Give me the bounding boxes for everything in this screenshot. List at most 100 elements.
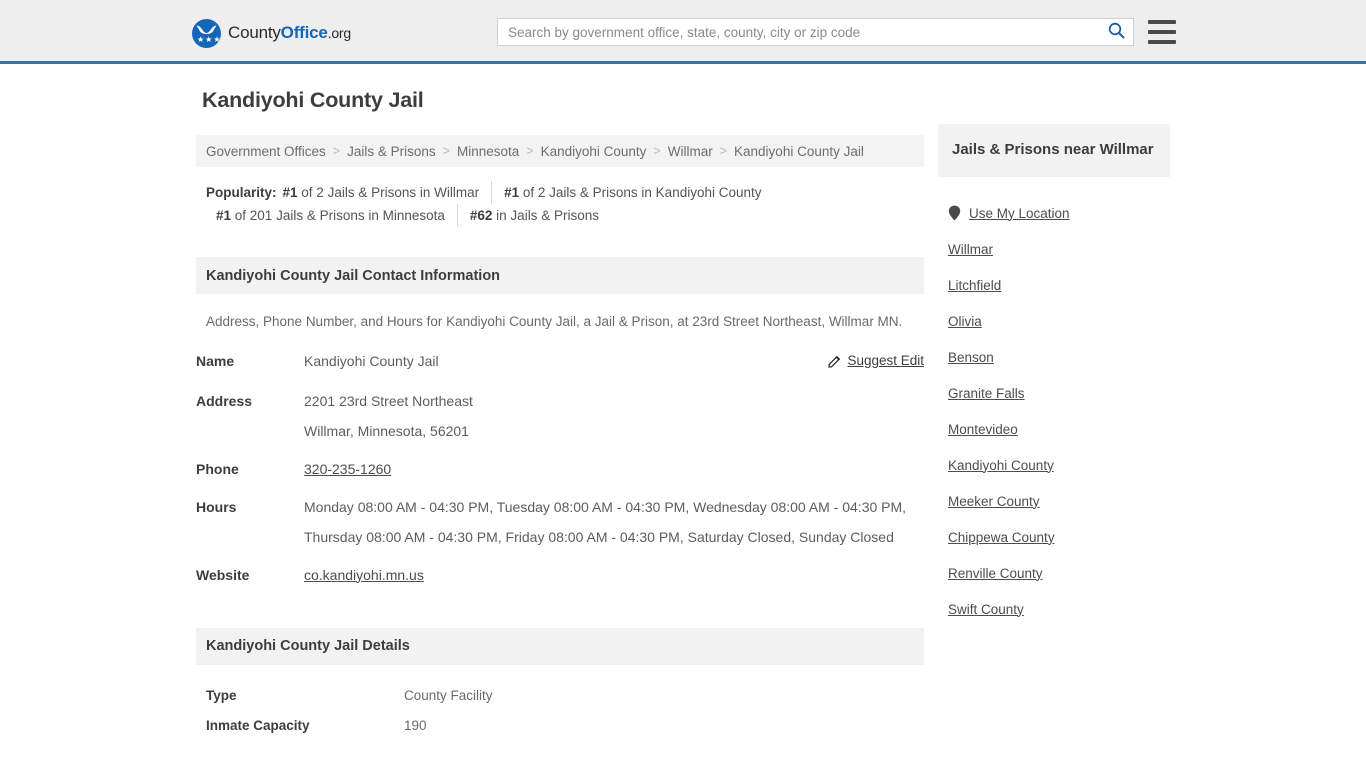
breadcrumb-separator: > xyxy=(526,144,534,158)
sidebar-item-use-my-location[interactable]: Use My Location xyxy=(938,195,1170,231)
site-logo-text: CountyOffice.org xyxy=(228,23,351,43)
page-title: Kandiyohi County Jail xyxy=(202,88,424,112)
eagle-seal-icon: ★★★ xyxy=(192,18,221,48)
breadcrumb-item-1[interactable]: Jails & Prisons xyxy=(347,144,436,159)
popularity-text-2: of 201 Jails & Prisons in Minnesota xyxy=(231,208,445,223)
popularity-item-0: #1 of 2 Jails & Prisons in Willmar xyxy=(283,181,492,204)
sidebar-item-kandiyohi-county[interactable]: Kandiyohi County xyxy=(938,447,1170,483)
logo-text-part3: .org xyxy=(327,25,352,41)
table-row: Type County Facility xyxy=(196,681,924,711)
sidebar-link[interactable]: Litchfield xyxy=(948,278,1001,293)
detail-label-type: Type xyxy=(206,687,237,703)
popularity-label: Popularity: xyxy=(206,185,277,200)
search-button[interactable] xyxy=(1099,19,1133,45)
contact-label-name: Name xyxy=(196,353,235,369)
sidebar-item-chippewa-county[interactable]: Chippewa County xyxy=(938,519,1170,555)
sidebar-link[interactable]: Granite Falls xyxy=(948,386,1025,401)
hamburger-menu-icon-bar-2 xyxy=(1148,30,1176,34)
website-link[interactable]: co.kandiyohi.mn.us xyxy=(304,567,424,583)
search-input[interactable] xyxy=(498,24,1099,40)
site-header: ★★★ CountyOffice.org xyxy=(0,0,1366,64)
edit-pencil-icon xyxy=(828,355,841,368)
sidebar: Jails & Prisons near Willmar Use My Loca… xyxy=(938,124,1170,627)
hamburger-menu-button[interactable] xyxy=(1148,20,1176,44)
contact-section-heading: Kandiyohi County Jail Contact Informatio… xyxy=(196,257,924,294)
contact-value-phone: 320-235-1260 xyxy=(304,454,924,492)
popularity-item-2: #1 of 201 Jails & Prisons in Minnesota xyxy=(206,204,457,227)
main-column: Kandiyohi County Jail Government Offices… xyxy=(196,88,924,768)
suggest-edit-cell: Suggest Edit xyxy=(800,346,924,386)
popularity-text-1: of 2 Jails & Prisons in Kandiyohi County xyxy=(519,185,762,200)
sidebar-link[interactable]: Willmar xyxy=(948,242,993,257)
sidebar-link[interactable]: Meeker County xyxy=(948,494,1040,509)
use-my-location-label[interactable]: Use My Location xyxy=(969,206,1070,221)
address-line-2: Willmar, Minnesota, 56201 xyxy=(304,422,469,439)
contact-value-hours: Monday 08:00 AM - 04:30 PM, Tuesday 08:0… xyxy=(304,498,907,545)
sidebar-item-montevideo[interactable]: Montevideo xyxy=(938,411,1170,447)
contact-label-address: Address xyxy=(196,392,253,409)
table-row: Address 2201 23rd Street Northeast Willm… xyxy=(196,386,924,454)
contact-value-name: Kandiyohi County Jail xyxy=(304,353,439,369)
breadcrumb-separator: > xyxy=(719,144,728,158)
breadcrumb-item-2[interactable]: Minnesota xyxy=(457,144,519,159)
contact-value-website: co.kandiyohi.mn.us xyxy=(304,560,924,598)
sidebar-link[interactable]: Benson xyxy=(948,350,994,365)
site-logo[interactable]: ★★★ CountyOffice.org xyxy=(192,18,351,48)
sidebar-link[interactable]: Montevideo xyxy=(948,422,1018,437)
sidebar-link[interactable]: Renville County xyxy=(948,566,1043,581)
popularity-row-2: #1 of 201 Jails & Prisons in Minnesota #6… xyxy=(206,204,924,227)
breadcrumb-item-3[interactable]: Kandiyohi County xyxy=(541,144,647,159)
sidebar-item-olivia[interactable]: Olivia xyxy=(938,303,1170,339)
breadcrumb: Government Offices > Jails & Prisons > M… xyxy=(196,135,924,167)
breadcrumb-item-5[interactable]: Kandiyohi County Jail xyxy=(734,144,864,159)
sidebar-item-renville-county[interactable]: Renville County xyxy=(938,555,1170,591)
table-row: Name Kandiyohi County Jail Suggest Edit xyxy=(196,346,924,386)
detail-label-inmate-capacity: Inmate Capacity xyxy=(206,717,310,733)
contact-label-website: Website xyxy=(196,566,250,583)
sidebar-item-benson[interactable]: Benson xyxy=(938,339,1170,375)
breadcrumb-item-0[interactable]: Government Offices xyxy=(206,144,326,159)
sidebar-item-litchfield[interactable]: Litchfield xyxy=(938,267,1170,303)
hamburger-menu-icon-bar-1 xyxy=(1148,20,1176,24)
popularity-item-3: #62 in Jails & Prisons xyxy=(456,204,611,227)
sidebar-item-granite-falls[interactable]: Granite Falls xyxy=(938,375,1170,411)
sidebar-item-meeker-county[interactable]: Meeker County xyxy=(938,483,1170,519)
sidebar-link[interactable]: Swift County xyxy=(948,602,1024,617)
contact-section-description: Address, Phone Number, and Hours for Kan… xyxy=(206,314,903,329)
popularity-block: Popularity: #1 of 2 Jails & Prisons in Wi… xyxy=(196,181,924,227)
popularity-item-1: #1 of 2 Jails & Prisons in Kandiyohi Cou… xyxy=(491,181,773,204)
stars-glyph: ★★★ xyxy=(197,34,221,44)
table-row: Hours Monday 08:00 AM - 04:30 PM, Tuesda… xyxy=(196,492,924,560)
sidebar-link[interactable]: Kandiyohi County xyxy=(948,458,1054,473)
hamburger-menu-icon-bar-3 xyxy=(1148,40,1176,44)
phone-link[interactable]: 320-235-1260 xyxy=(304,461,391,477)
sidebar-item-willmar[interactable]: Willmar xyxy=(938,231,1170,267)
sidebar-heading: Jails & Prisons near Willmar xyxy=(938,124,1170,177)
sidebar-item-swift-county[interactable]: Swift County xyxy=(938,591,1170,627)
popularity-text-3: in Jails & Prisons xyxy=(492,208,599,223)
table-row: Website co.kandiyohi.mn.us xyxy=(196,560,924,598)
search-icon xyxy=(1108,22,1125,42)
popularity-rank-2: #1 xyxy=(216,208,232,223)
suggest-edit-label: Suggest Edit xyxy=(847,353,924,368)
breadcrumb-item-4[interactable]: Willmar xyxy=(668,144,713,159)
popularity-rank-3: #62 xyxy=(469,208,493,223)
details-section-heading: Kandiyohi County Jail Details xyxy=(196,627,924,665)
sidebar-list: Use My Location Willmar Litchfield Olivi… xyxy=(938,195,1170,627)
breadcrumb-separator: > xyxy=(442,144,450,158)
table-row: Phone 320-235-1260 xyxy=(196,454,924,492)
sidebar-link[interactable]: Olivia xyxy=(948,314,982,329)
popularity-rank-1: #1 xyxy=(504,185,520,200)
popularity-rank-0: #1 xyxy=(282,185,298,200)
sidebar-link[interactable]: Chippewa County xyxy=(948,530,1055,545)
details-table: Type County Facility Inmate Capacity 190 xyxy=(196,681,924,741)
map-pin-icon xyxy=(948,205,961,221)
search-bar xyxy=(497,18,1134,46)
contact-label-phone: Phone xyxy=(196,460,239,477)
popularity-row-1: Popularity: #1 of 2 Jails & Prisons in Wi… xyxy=(206,181,924,204)
address-line-1: 2201 23rd Street Northeast xyxy=(304,392,473,409)
detail-value-type: County Facility xyxy=(404,687,493,703)
contact-information-table: Name Kandiyohi County Jail Suggest Edit … xyxy=(196,346,924,598)
contact-value-address: 2201 23rd Street Northeast Willmar, Minn… xyxy=(304,386,924,454)
suggest-edit-link[interactable]: Suggest Edit xyxy=(828,346,924,376)
